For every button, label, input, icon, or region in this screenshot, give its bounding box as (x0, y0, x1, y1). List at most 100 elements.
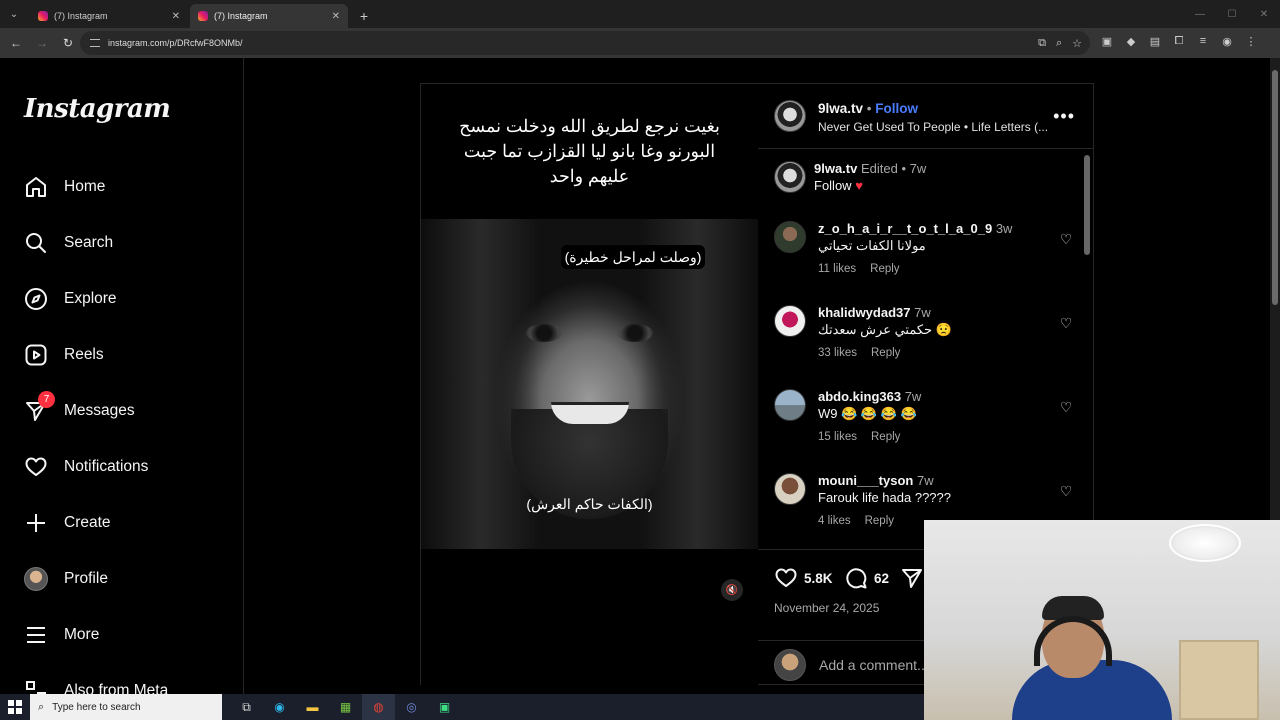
sidebar-item-more[interactable]: More (24, 615, 99, 655)
reply-button[interactable]: Reply (870, 263, 899, 275)
comment-likes[interactable]: 11 likes (818, 263, 856, 275)
author-username[interactable]: 9lwa.tv (818, 101, 863, 116)
reply-button[interactable]: Reply (865, 515, 894, 527)
commenter-avatar[interactable] (774, 305, 806, 337)
new-tab-button[interactable]: + (352, 4, 376, 28)
sidebar-item-notifications[interactable]: Notifications (24, 447, 148, 487)
site-info-icon[interactable] (90, 39, 100, 47)
sidebar-item-label: Messages (64, 402, 135, 419)
comment-header: z_o_h_a_i_r__t_o_t_l_a_0_9 3w (818, 221, 1012, 236)
commenter-avatar[interactable] (774, 221, 806, 253)
maximize-icon[interactable]: ☐ (1216, 0, 1248, 28)
comment-username[interactable]: khalidwydad37 (818, 305, 910, 320)
url-text[interactable]: instagram.com/p/DRcfwF8ONMb/ (108, 38, 243, 48)
close-tab-icon[interactable]: ✕ (332, 11, 340, 22)
comment-meta: 33 likes Reply (818, 347, 914, 359)
extension-icon[interactable]: ▤ (1148, 34, 1162, 48)
scrollbar-thumb[interactable] (1272, 70, 1278, 305)
current-user-avatar (774, 649, 806, 681)
browser-menu-icon[interactable]: ⋮ (1244, 34, 1258, 48)
install-app-icon[interactable]: ⧉ (1038, 37, 1046, 50)
sidebar-item-home[interactable]: Home (24, 167, 105, 207)
comment-username[interactable]: z_o_h_a_i_r__t_o_t_l_a_0_9 (818, 221, 992, 236)
like-comment-heart-icon[interactable]: ♡ (1058, 315, 1074, 331)
sidebar-item-explore[interactable]: Explore (24, 279, 117, 319)
file-explorer-icon[interactable]: ▬ (296, 694, 329, 720)
taskbar-search-placeholder: Type here to search (52, 701, 141, 713)
tab-search-chevron-icon[interactable]: ⌄ (0, 0, 28, 28)
like-button[interactable]: 5.8K (774, 566, 833, 590)
address-bar[interactable]: instagram.com/p/DRcfwF8ONMb/ ⧉ ⌕ ☆ (80, 31, 1090, 55)
comment-username[interactable]: abdo.king363 (818, 389, 901, 404)
task-view-icon[interactable]: ⧉ (230, 694, 263, 720)
zoom-icon[interactable]: ⌕ (1056, 37, 1062, 50)
windows-start-icon[interactable] (0, 694, 30, 720)
reply-button[interactable]: Reply (871, 347, 900, 359)
follow-button[interactable]: Follow (875, 101, 918, 116)
comment-username[interactable]: mouni___tyson (818, 473, 913, 488)
instagram-logo[interactable]: Instagram (24, 94, 171, 124)
like-count[interactable]: 5.8K (804, 571, 833, 586)
sidebar-item-create[interactable]: Create (24, 503, 111, 543)
sidebar-item-also-from-meta[interactable]: Also from Meta (24, 671, 168, 694)
messenger-icon: 7 (24, 391, 55, 423)
minimize-icon[interactable]: — (1184, 0, 1216, 28)
translate-extension-icon[interactable]: ▣ (1100, 34, 1114, 48)
video-label-mid: (وصلت لمراحل خطيرة) (561, 245, 705, 269)
comment-text: W9 😂 😂 😂 😂 (818, 406, 917, 421)
search-icon: ⌕ (38, 700, 45, 713)
mute-icon[interactable]: 🔇 (721, 579, 743, 601)
reel-video[interactable]: بغيت نرجع لطريق الله ودخلت نمسح البورنو … (421, 84, 758, 686)
discord-icon[interactable]: ◎ (395, 694, 428, 720)
browser-tab-1[interactable]: (7) Instagram ✕ (30, 4, 188, 28)
comment-likes[interactable]: 15 likes (818, 431, 857, 443)
comment-button[interactable]: 62 (844, 566, 889, 590)
sidebar-item-label: Profile (64, 570, 108, 587)
close-tab-icon[interactable]: ✕ (172, 11, 180, 22)
like-comment-heart-icon[interactable]: ♡ (1058, 231, 1074, 247)
like-comment-heart-icon[interactable]: ♡ (1058, 483, 1074, 499)
like-comment-heart-icon[interactable]: ♡ (1058, 399, 1074, 415)
webcam-overlay (924, 520, 1280, 720)
comments-scrollbar[interactable] (1084, 155, 1090, 255)
reply-button[interactable]: Reply (871, 431, 900, 443)
author-avatar[interactable] (774, 100, 806, 132)
author-avatar[interactable] (774, 161, 806, 193)
sidebar-item-reels[interactable]: Reels (24, 335, 104, 375)
comment-time: 7w (914, 305, 931, 320)
post-date[interactable]: November 24, 2025 (774, 601, 879, 615)
sidebar-item-label: Create (64, 514, 111, 531)
bookmark-star-icon[interactable]: ☆ (1072, 37, 1082, 50)
store-icon[interactable]: ▦ (329, 694, 362, 720)
profile-icon[interactable]: ◉ (1220, 34, 1234, 48)
add-comment-input[interactable]: Add a comment... (819, 657, 929, 673)
media-controls-icon[interactable]: ≡ (1196, 34, 1210, 48)
sidebar-item-search[interactable]: Search (24, 223, 113, 263)
taskbar-search-input[interactable]: ⌕ Type here to search (30, 694, 222, 720)
audio-subtitle[interactable]: Never Get Used To People • Life Letters … (818, 120, 1048, 134)
commenter-avatar[interactable] (774, 389, 806, 421)
forward-icon[interactable]: → (30, 31, 54, 55)
reload-icon[interactable]: ↻ (56, 31, 80, 55)
puzzle-extensions-icon[interactable]: ⧠ (1172, 34, 1186, 48)
edge-browser-icon[interactable]: ◉ (263, 694, 296, 720)
caption-username[interactable]: 9lwa.tv (814, 161, 857, 176)
chrome-icon[interactable]: ◍ (362, 694, 395, 720)
video-caption-top: بغيت نرجع لطريق الله ودخلت نمسح البورنو … (421, 84, 758, 219)
more-options-icon[interactable]: ••• (1053, 106, 1075, 127)
commenter-avatar[interactable] (774, 473, 806, 505)
comment-likes[interactable]: 4 likes (818, 515, 851, 527)
post-header: 9lwa.tv • Follow Never Get Used To Peopl… (758, 84, 1093, 149)
app-icon[interactable]: ▣ (428, 694, 461, 720)
comment-likes[interactable]: 33 likes (818, 347, 857, 359)
reels-icon (24, 343, 48, 367)
caption-header: 9lwa.tv Edited • 7w (814, 161, 926, 176)
back-icon[interactable]: ← (4, 31, 28, 55)
close-window-icon[interactable]: ✕ (1248, 0, 1280, 28)
diamond-extension-icon[interactable]: ◆ (1124, 34, 1138, 48)
comment-meta: 4 likes Reply (818, 515, 908, 527)
browser-tab-2[interactable]: (7) Instagram ✕ (190, 4, 348, 28)
video-smile (551, 402, 629, 424)
sidebar-item-profile[interactable]: Profile (24, 559, 108, 599)
sidebar-item-messages[interactable]: 7 Messages (24, 391, 135, 431)
